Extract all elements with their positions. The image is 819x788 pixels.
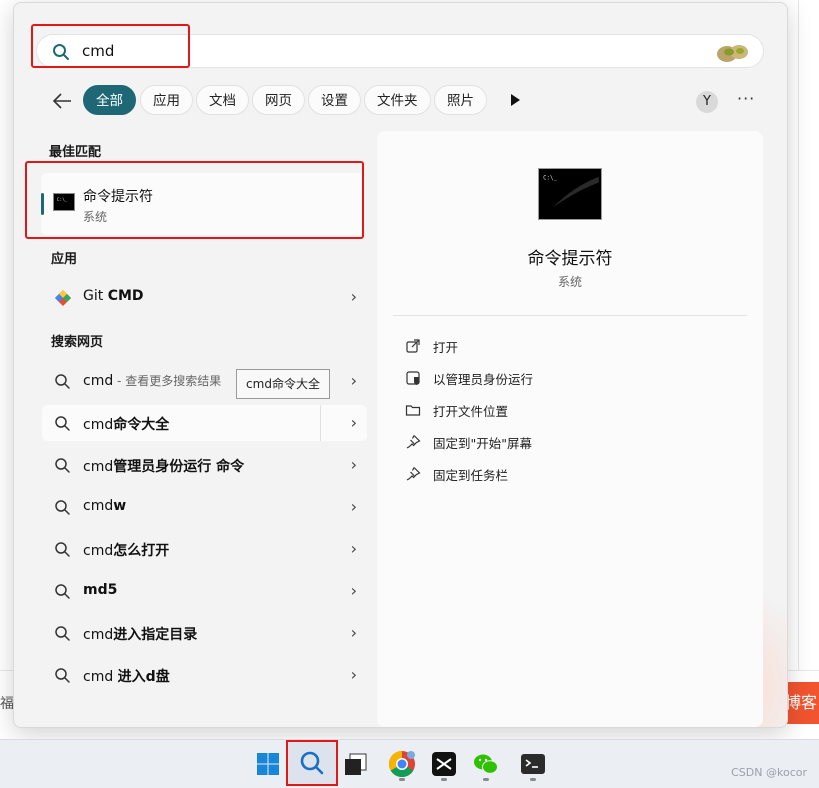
capcut-app[interactable] — [426, 746, 462, 782]
search-icon — [300, 751, 324, 775]
terminal-icon — [521, 754, 545, 774]
tooltip: cmd命令大全 — [236, 369, 330, 399]
web-search-match: w — [113, 498, 127, 514]
web-search-item[interactable]: cmd命令大全 › — [42, 405, 367, 441]
web-search-item[interactable]: cmd 进入d盘 › — [42, 657, 367, 693]
web-search-item[interactable]: cmd管理员身份运行 命令 › — [42, 447, 367, 483]
open-external-icon — [406, 339, 420, 353]
preview-subtitle: 系统 — [557, 275, 582, 289]
chevron-right-icon[interactable]: › — [351, 497, 357, 516]
app-item-prefix: Git — [83, 288, 108, 304]
chrome-icon — [388, 750, 415, 778]
web-search-prefix: cmd — [83, 669, 118, 685]
web-search-match: 进入d盘 — [117, 669, 170, 685]
web-search-item[interactable]: cmd进入指定目录 › — [42, 615, 367, 651]
action-label: 打开文件位置 — [433, 404, 509, 419]
web-search-prefix: cmd — [83, 543, 114, 559]
web-search-prefix: cmd — [83, 498, 114, 514]
search-icon — [55, 584, 70, 599]
web-search-item[interactable]: md5 › — [42, 573, 367, 609]
running-indicator — [483, 778, 489, 781]
chevron-right-icon[interactable]: › — [351, 581, 357, 600]
web-search-query: cmd — [83, 373, 114, 389]
wechat-app[interactable] — [468, 746, 504, 782]
web-search-match: 进入指定目录 — [113, 627, 198, 643]
filter-chip-web[interactable]: 网页 — [252, 85, 305, 115]
web-search-item[interactable]: cmd怎么打开 › — [42, 531, 367, 567]
taskbar-search-button[interactable] — [286, 740, 338, 786]
row-divider — [320, 405, 321, 441]
search-icon — [55, 626, 70, 641]
preview-pane: C:\_ 命令提示符 系统 打开 以管理员身份运行 打开文件位置 固定到"开始"… — [377, 131, 763, 727]
web-search-match: 怎么打开 — [113, 543, 170, 559]
search-highlight-icon — [717, 45, 748, 62]
web-search-heading: 搜索网页 — [51, 335, 104, 350]
terminal-app[interactable] — [515, 746, 551, 782]
preview-divider — [393, 315, 747, 316]
web-search-match: 管理员身份运行 命令 — [113, 459, 245, 475]
chevron-right-icon[interactable]: › — [351, 413, 357, 432]
filter-chip-photos[interactable]: 照片 — [434, 85, 487, 115]
chevron-right-icon[interactable]: › — [351, 287, 357, 306]
task-view-icon[interactable] — [338, 746, 374, 782]
git-icon — [55, 290, 71, 306]
background-divider — [798, 0, 799, 670]
avatar[interactable]: Y — [696, 91, 718, 113]
search-icon — [55, 668, 70, 683]
app-item-git-cmd[interactable]: Git CMD › — [42, 279, 367, 315]
app-item-match: CMD — [107, 288, 144, 304]
chevron-right-icon[interactable]: › — [351, 623, 357, 642]
more-filters-play-icon[interactable] — [507, 92, 523, 108]
web-search-prefix: cmd — [83, 627, 114, 643]
wechat-icon — [474, 754, 498, 774]
annotation-highlight-search — [31, 24, 190, 68]
web-search-prefix: cmd — [83, 417, 114, 433]
search-icon — [55, 542, 70, 557]
running-indicator — [530, 778, 536, 781]
annotation-highlight-best-match — [25, 161, 364, 239]
web-search-match: 命令大全 — [113, 417, 170, 433]
chrome-app[interactable] — [384, 746, 420, 782]
more-options-icon[interactable]: ··· — [737, 89, 755, 108]
web-search-match: md5 — [83, 582, 118, 598]
search-icon — [55, 374, 70, 389]
filter-chip-all[interactable]: 全部 — [83, 85, 136, 115]
chevron-right-icon[interactable]: › — [351, 665, 357, 684]
search-icon — [55, 500, 70, 515]
windows-start-icon[interactable] — [250, 746, 286, 782]
filter-chip-apps[interactable]: 应用 — [140, 85, 193, 115]
svg-text:C:\_: C:\_ — [543, 176, 557, 182]
search-panel: cmd 全部 应用 文档 网页 设置 文件夹 照片 Y ··· 最佳匹配 C:\… — [13, 2, 788, 728]
chevron-right-icon[interactable]: › — [351, 371, 357, 390]
best-match-heading: 最佳匹配 — [49, 145, 102, 160]
command-prompt-large-icon: C:\_ — [538, 168, 602, 220]
web-search-prefix: cmd — [83, 459, 114, 475]
pin-icon — [406, 435, 421, 449]
web-search-item[interactable]: cmdw › — [42, 489, 367, 525]
capcut-icon — [432, 752, 456, 776]
action-label: 固定到任务栏 — [433, 468, 509, 483]
taskbar: CSDN @kocor — [0, 739, 819, 788]
action-label: 以管理员身份运行 — [433, 372, 534, 387]
action-label: 固定到"开始"屏幕 — [433, 436, 532, 451]
action-label: 打开 — [433, 340, 459, 355]
chevron-right-icon[interactable]: › — [351, 455, 357, 474]
search-icon — [55, 416, 70, 431]
filter-chip-settings[interactable]: 设置 — [308, 85, 361, 115]
running-indicator — [441, 778, 447, 781]
shield-admin-icon — [406, 371, 420, 385]
running-indicator — [399, 778, 405, 781]
search-icon — [55, 458, 70, 473]
folder-icon — [405, 405, 421, 416]
chevron-right-icon[interactable]: › — [351, 539, 357, 558]
filter-chip-documents[interactable]: 文档 — [196, 85, 249, 115]
preview-title: 命令提示符 — [527, 249, 613, 269]
watermark: CSDN @kocor — [731, 766, 807, 779]
web-search-suffix: - 查看更多搜索结果 — [113, 374, 222, 388]
apps-heading: 应用 — [51, 252, 78, 267]
pin-icon — [406, 467, 421, 481]
filter-chip-folders[interactable]: 文件夹 — [364, 85, 431, 115]
back-arrow-icon[interactable] — [49, 87, 75, 115]
